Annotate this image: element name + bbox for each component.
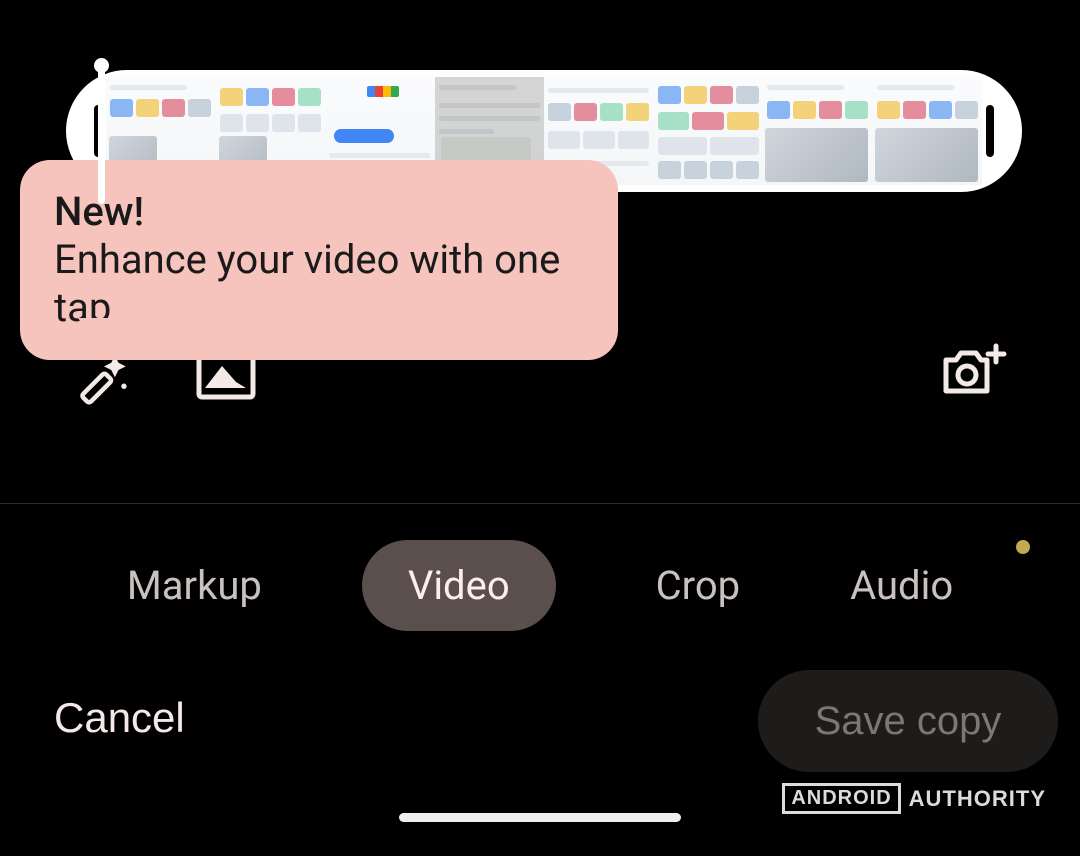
tab-video[interactable]: Video — [362, 540, 556, 631]
timeline-thumb[interactable] — [654, 77, 764, 185]
timeline-playhead[interactable] — [98, 60, 105, 204]
gesture-nav-bar[interactable] — [399, 813, 681, 822]
editor-tabs: Markup Video Crop Audio — [0, 540, 1080, 631]
tooltip-tail — [78, 318, 126, 352]
watermark-brand-text: AUTHORITY — [909, 786, 1046, 812]
camera-plus-icon — [942, 342, 1008, 398]
timeline-thumb[interactable] — [873, 77, 983, 185]
watermark: ANDROID AUTHORITY — [782, 783, 1046, 814]
save-copy-button[interactable]: Save copy — [758, 670, 1058, 772]
capture-frame-button[interactable] — [942, 342, 1008, 398]
timeline-thumb[interactable] — [763, 77, 873, 185]
tab-audio[interactable]: Audio — [840, 540, 963, 631]
watermark-brand-box: ANDROID — [782, 783, 900, 814]
section-divider — [0, 503, 1080, 504]
trim-handle-right[interactable] — [986, 105, 994, 157]
cancel-button[interactable]: Cancel — [54, 694, 185, 742]
tooltip-body: Enhance your video with one tap — [54, 236, 584, 332]
tooltip-title: New! — [54, 190, 584, 234]
audio-tab-badge — [1016, 540, 1030, 554]
tab-markup[interactable]: Markup — [117, 540, 272, 631]
tab-crop[interactable]: Crop — [646, 540, 750, 631]
